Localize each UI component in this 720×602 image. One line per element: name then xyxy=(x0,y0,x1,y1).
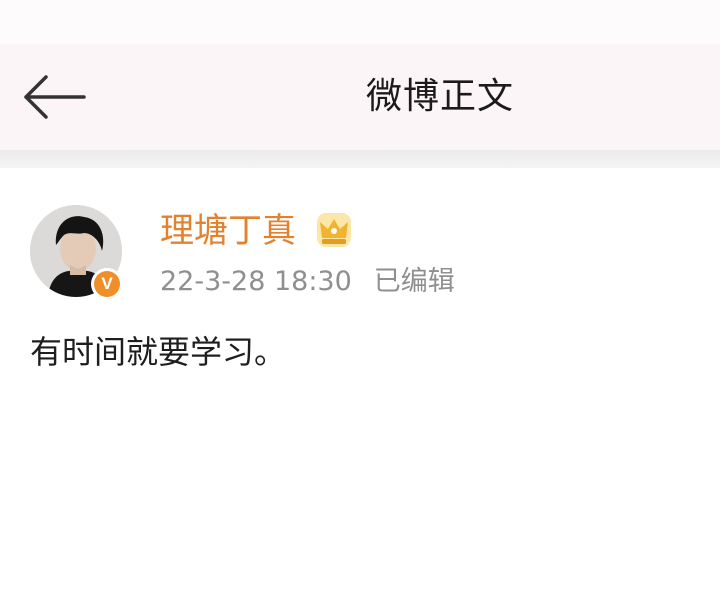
edited-label[interactable]: 已编辑 xyxy=(374,266,455,297)
page-title: 微博正文 xyxy=(365,76,514,117)
post-meta: 22-3-28 18:30 已编辑 xyxy=(160,262,455,302)
username[interactable]: 理塘丁真 xyxy=(160,208,296,254)
post-content: 有时间就要学习。 xyxy=(30,333,287,371)
status-bar-area xyxy=(0,0,720,44)
timestamp: 22-3-28 18:30 xyxy=(160,266,352,297)
verified-badge: V xyxy=(91,268,123,300)
crown-icon[interactable] xyxy=(314,210,354,250)
verified-v-icon: V xyxy=(94,271,120,297)
section-divider xyxy=(0,150,720,168)
navigation-bar: 微博正文 xyxy=(0,44,720,150)
